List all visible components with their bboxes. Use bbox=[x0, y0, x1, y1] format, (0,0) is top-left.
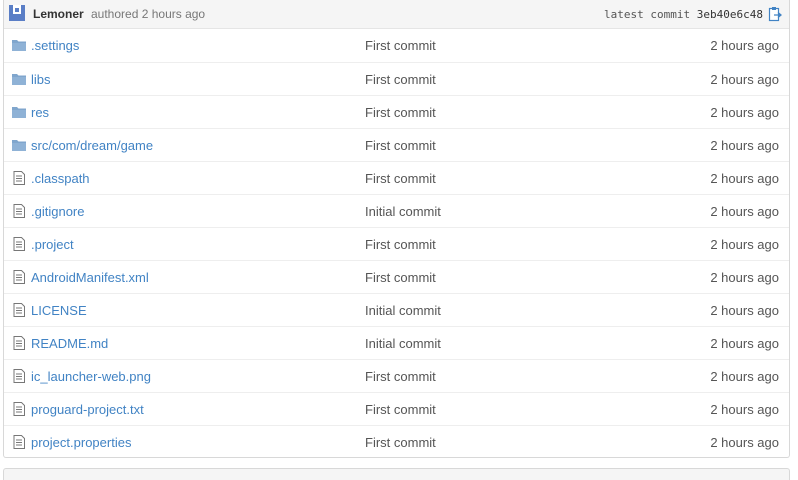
commit-message-link[interactable]: First commit bbox=[365, 171, 436, 186]
file-name-link[interactable]: libs bbox=[31, 72, 51, 87]
author-avatar[interactable] bbox=[9, 5, 25, 21]
file-name-link[interactable]: AndroidManifest.xml bbox=[31, 270, 149, 285]
file-text-icon bbox=[12, 336, 26, 350]
commit-message-link[interactable]: Initial commit bbox=[365, 204, 441, 219]
commit-message-link[interactable]: First commit bbox=[365, 237, 436, 252]
commit-age: 2 hours ago bbox=[710, 402, 779, 417]
commit-age: 2 hours ago bbox=[710, 369, 779, 384]
commit-age: 2 hours ago bbox=[710, 204, 779, 219]
commit-author[interactable]: Lemoner bbox=[33, 7, 84, 21]
file-text-icon bbox=[12, 171, 26, 185]
commit-message-link[interactable]: First commit bbox=[365, 435, 436, 450]
file-text-icon bbox=[12, 435, 26, 449]
commit-message-link[interactable]: First commit bbox=[365, 38, 436, 53]
commit-sha[interactable]: 3eb40e6c48 bbox=[697, 8, 763, 21]
latest-commit-info: latest commit 3eb40e6c48 bbox=[604, 8, 763, 21]
commit-age: 2 hours ago bbox=[710, 72, 779, 87]
commit-message-link[interactable]: First commit bbox=[365, 402, 436, 417]
commit-message-link[interactable]: First commit bbox=[365, 138, 436, 153]
commit-message-link[interactable]: Initial commit bbox=[365, 303, 441, 318]
file-browser: Lemoner authored 2 hours ago latest comm… bbox=[3, 0, 790, 458]
folder-icon bbox=[12, 138, 26, 152]
file-name-link[interactable]: LICENSE bbox=[31, 303, 87, 318]
commit-age: 2 hours ago bbox=[710, 270, 779, 285]
commit-age: 2 hours ago bbox=[710, 171, 779, 186]
folder-icon bbox=[12, 38, 26, 52]
file-name-link[interactable]: src/com/dream/game bbox=[31, 138, 153, 153]
folder-icon bbox=[12, 72, 26, 86]
file-row: ic_launcher-web.png First commit 2 hours a… bbox=[4, 359, 789, 392]
file-row: src/com/dream/game First commit 2 hours ag… bbox=[4, 128, 789, 161]
file-text-icon bbox=[12, 270, 26, 284]
file-row: .settings First commit 2 hours ago bbox=[4, 29, 789, 62]
file-name-link[interactable]: .classpath bbox=[31, 171, 90, 186]
commit-message-link[interactable]: First commit bbox=[365, 270, 436, 285]
file-row: AndroidManifest.xml First commit 2 hours a… bbox=[4, 260, 789, 293]
file-row: LICENSE Initial commit 2 hours ago bbox=[4, 293, 789, 326]
readme-box-edge bbox=[3, 468, 790, 480]
commit-message-link[interactable]: First commit bbox=[365, 105, 436, 120]
file-row: proguard-project.txt First commit 2 hours … bbox=[4, 392, 789, 425]
file-row: res First commit 2 hours ago bbox=[4, 95, 789, 128]
file-name-link[interactable]: .gitignore bbox=[31, 204, 84, 219]
commit-age: 2 hours ago bbox=[710, 237, 779, 252]
commit-age: 2 hours ago bbox=[710, 303, 779, 318]
file-list: .settings First commit 2 hours ago libs Firs… bbox=[4, 29, 789, 458]
commit-message-link[interactable]: First commit bbox=[365, 369, 436, 384]
commit-age: 2 hours ago bbox=[710, 138, 779, 153]
file-row: .gitignore Initial commit 2 hours ago bbox=[4, 194, 789, 227]
file-row: .classpath First commit 2 hours ago bbox=[4, 161, 789, 194]
file-row: README.md Initial commit 2 hours ago bbox=[4, 326, 789, 359]
latest-commit-label: latest commit bbox=[604, 8, 691, 21]
file-name-link[interactable]: .project bbox=[31, 237, 74, 252]
file-name-link[interactable]: .settings bbox=[31, 38, 79, 53]
file-text-icon bbox=[12, 369, 26, 383]
file-text-icon bbox=[12, 303, 26, 317]
folder-icon bbox=[12, 105, 26, 119]
commit-authored-time: authored 2 hours ago bbox=[91, 7, 206, 21]
file-name-link[interactable]: ic_launcher-web.png bbox=[31, 369, 151, 384]
commit-age: 2 hours ago bbox=[710, 38, 779, 53]
file-name-link[interactable]: proguard-project.txt bbox=[31, 402, 144, 417]
commit-age: 2 hours ago bbox=[710, 105, 779, 120]
file-name-link[interactable]: README.md bbox=[31, 336, 108, 351]
clipboard-icon[interactable] bbox=[768, 6, 782, 22]
file-name-link[interactable]: res bbox=[31, 105, 49, 120]
latest-commit-bar: Lemoner authored 2 hours ago latest comm… bbox=[4, 0, 789, 29]
file-text-icon bbox=[12, 204, 26, 218]
file-row: project.properties First commit 2 hours ag… bbox=[4, 425, 789, 458]
commit-age: 2 hours ago bbox=[710, 336, 779, 351]
file-row: libs First commit 2 hours ago bbox=[4, 62, 789, 95]
file-row: .project First commit 2 hours ago bbox=[4, 227, 789, 260]
file-text-icon bbox=[12, 237, 26, 251]
file-name-link[interactable]: project.properties bbox=[31, 435, 131, 450]
commit-message-link[interactable]: Initial commit bbox=[365, 336, 441, 351]
file-text-icon bbox=[12, 402, 26, 416]
commit-message-link[interactable]: First commit bbox=[365, 72, 436, 87]
commit-age: 2 hours ago bbox=[710, 435, 779, 450]
